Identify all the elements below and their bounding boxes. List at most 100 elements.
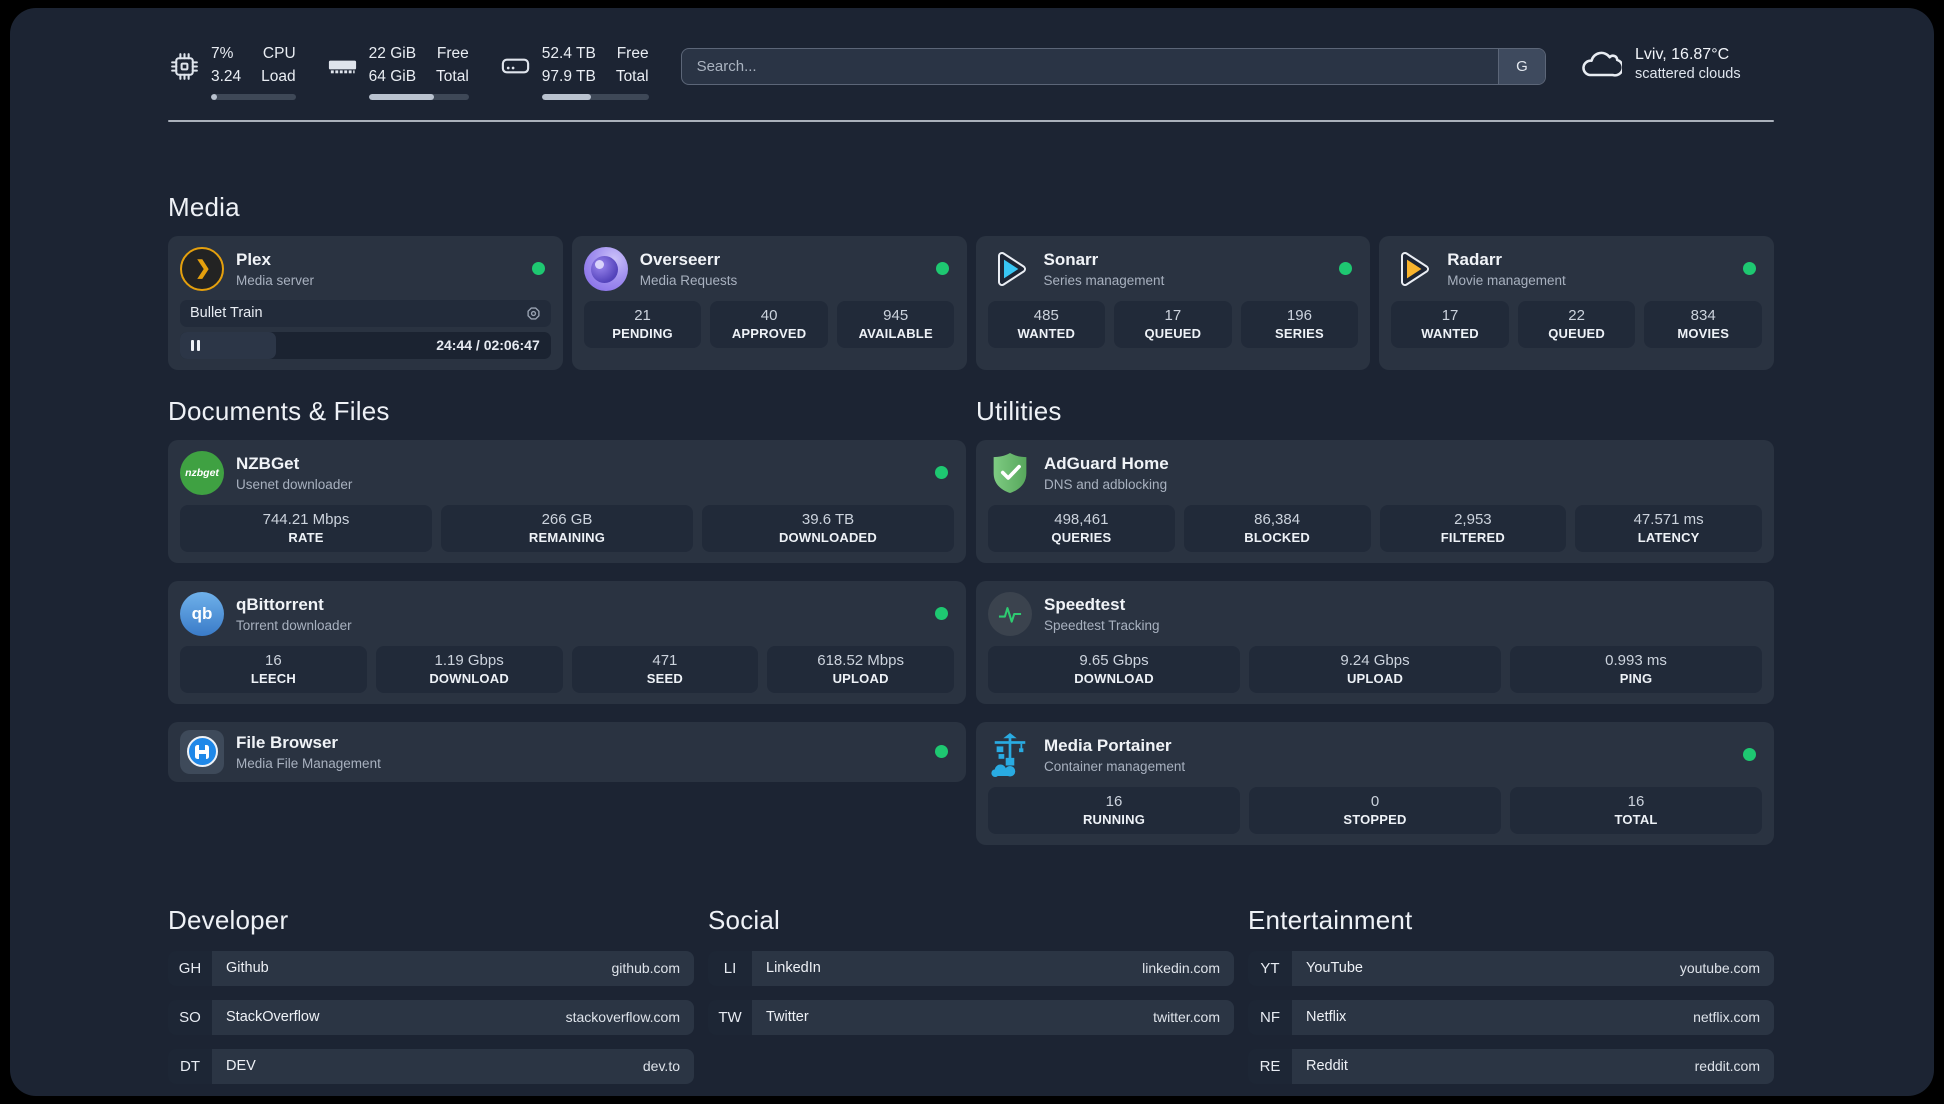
stat-box-running: 16 RUNNING [988,786,1240,834]
app-subtitle: DNS and adblocking [1044,476,1168,492]
playback-progress-bar[interactable]: 24:44 / 02:06:47 [180,331,551,359]
app-name: Speedtest [1044,594,1126,614]
status-online-dot [531,262,545,275]
app-name: AdGuard Home [1044,453,1169,473]
overseerr-app-link[interactable]: Overseerr Media Requests [583,246,955,291]
adguard-app-link[interactable]: AdGuard Home DNS and adblocking [988,451,1762,495]
adguard-card: AdGuard Home DNS and adblocking 498,461 … [976,439,1774,563]
status-online-dot [935,466,948,479]
stat-label: MOVIES [1677,325,1730,341]
search-input[interactable] [680,48,1546,85]
bookmark-linkedin[interactable]: LI LinkedIn linkedin.com [708,950,1234,986]
adguard-shield-icon [988,451,1032,495]
stat-value: 945 [883,306,909,324]
stat-value: 485 [1033,306,1059,324]
stat-box-blocked: 86,384 BLOCKED [1183,504,1371,552]
bookmark-abbr: DT [168,1048,212,1084]
stat-label: FILTERED [1440,529,1505,545]
bookmark-name: YouTube [1306,960,1363,976]
bookmark-netflix[interactable]: NF Netflix netflix.com [1248,999,1774,1035]
plex-card: ❯ Plex Media server Bullet Train 24:44 /… [168,235,563,370]
bookmark-url: linkedin.com [1142,960,1220,976]
cpu-load-label: Load [261,68,296,86]
portainer-app-link[interactable]: Media Portainer Container management [988,732,1762,777]
status-online-dot [935,745,948,758]
stat-label: WANTED [1421,325,1479,341]
top-bar: 7% 3.24 CPU Load 22 GiB 64 GiB Free Tota… [168,42,1774,100]
bookmark-twitter[interactable]: TW Twitter twitter.com [708,999,1234,1035]
stat-box-download: 1.19 Gbps DOWNLOAD [375,645,563,693]
section-title-utilities: Utilities [976,395,1062,426]
speedtest-app-link[interactable]: Speedtest Speedtest Tracking [988,591,1762,636]
plex-icon: ❯ [180,246,224,291]
nzbget-app-link[interactable]: nzbget NZBGet Usenet downloader [180,450,954,495]
stat-value: 471 [652,651,678,669]
stat-label: RUNNING [1082,811,1146,827]
stat-value: 0.993 ms [1605,651,1667,669]
stat-label: LATENCY [1637,529,1700,545]
disk-free-label: Free [616,45,649,62]
disk-free-value: 52.4 TB [541,45,596,62]
bookmark-name: StackOverflow [226,1009,320,1025]
stat-label: PENDING [612,325,673,341]
filebrowser-app-link[interactable]: File Browser Media File Management [180,729,954,774]
status-online-dot [935,607,948,620]
stat-box-rate: 744.21 Mbps RATE [180,504,432,552]
speedtest-pulse-icon [988,591,1032,636]
bookmark-stackoverflow[interactable]: SO StackOverflow stackoverflow.com [168,999,694,1035]
stat-box-queued: 22 QUEUED [1517,300,1636,348]
app-name: Media Portainer [1044,735,1172,755]
stat-box-queued: 17 QUEUED [1114,300,1232,348]
app-subtitle: Container management [1044,758,1186,774]
section-entertainment: Entertainment YT YouTube youtube.com NF … [1248,905,1774,1084]
filebrowser-icon [180,729,224,774]
stat-box-latency: 47.571 ms LATENCY [1575,504,1762,552]
search-engine-button[interactable]: G [1498,49,1545,84]
stat-label: UPLOAD [1346,670,1404,686]
plex-app-link[interactable]: ❯ Plex Media server [180,246,551,291]
stat-label: DOWNLOADED [778,529,878,545]
stat-label: APPROVED [731,325,807,341]
cpu-load-value: 3.24 [211,68,242,86]
stat-value: 1.19 Gbps [434,651,504,669]
ram-free-label: Free [436,45,469,62]
stat-label: PING [1619,670,1653,686]
pause-icon[interactable] [191,339,200,351]
app-name: File Browser [236,732,339,752]
bookmark-name: Netflix [1306,1009,1347,1025]
bookmark-name: Reddit [1306,1058,1348,1074]
sonarr-icon [988,247,1032,291]
ram-progress-fill [368,93,434,100]
bookmark-reddit[interactable]: RE Reddit reddit.com [1248,1048,1774,1084]
bookmark-url: youtube.com [1679,960,1760,976]
settings-gear-icon[interactable] [526,306,541,321]
qbittorrent-app-link[interactable]: qb qBittorrent Torrent downloader [180,591,954,636]
playback-time: 24:44 / 02:06:47 [436,337,540,353]
stat-value: 196 [1286,306,1312,324]
portainer-crane-icon [988,732,1032,777]
stat-box-upload: 618.52 Mbps UPLOAD [767,645,954,693]
stat-value: 0 [1370,792,1380,810]
app-name: Plex [236,249,271,269]
sonarr-app-link[interactable]: Sonarr Series management [988,247,1359,291]
bookmark-github[interactable]: GH Github github.com [168,950,694,986]
bookmark-dev[interactable]: DT DEV dev.to [168,1048,694,1084]
weather-location-temp: Lviv, 16.87°C [1635,46,1730,63]
section-developer: Developer GH Github github.com SO StackO… [168,905,694,1084]
disk-drive-icon [501,58,529,74]
stat-label: REMAINING [528,529,606,545]
stat-label: RATE [288,529,324,545]
disk-progress-fill [541,93,591,100]
filebrowser-card: File Browser Media File Management [168,721,966,782]
weather-condition: scattered clouds [1635,66,1741,82]
bookmark-url: stackoverflow.com [565,1009,680,1025]
disk-progress-bar [541,93,649,100]
radarr-app-link[interactable]: Radarr Movie management [1391,247,1762,291]
bookmark-name: DEV [226,1058,256,1074]
cpu-percent: 7% [211,45,234,62]
bookmark-youtube[interactable]: YT YouTube youtube.com [1248,950,1774,986]
cpu-progress-fill [211,93,217,100]
qbittorrent-icon: qb [180,591,224,636]
stat-value: 834 [1690,306,1716,324]
now-playing-row: Bullet Train [180,299,551,327]
